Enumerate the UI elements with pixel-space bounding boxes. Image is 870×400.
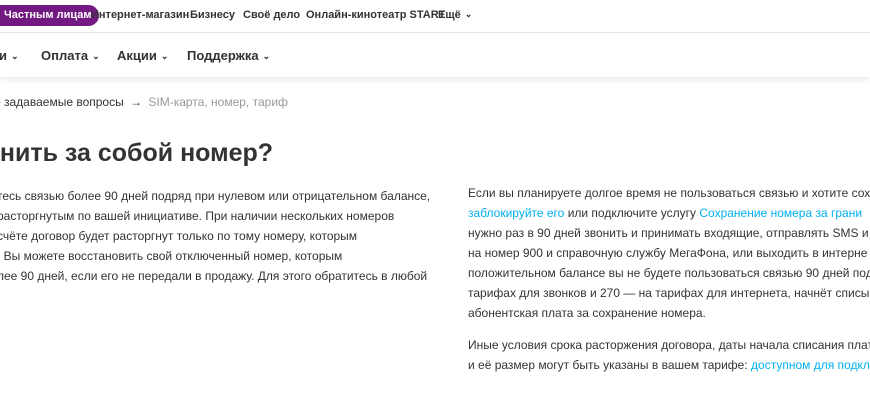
breadcrumb-faq-link[interactable]: о задаваемые вопросы [0, 95, 124, 109]
breadcrumb-current: SIM-карта, номер, тариф [148, 95, 288, 109]
main-nav-first-item[interactable]: и ⌄ [0, 48, 19, 63]
answer-left-column: тесь связью более 90 дней подряд при нул… [0, 186, 447, 286]
answer-text-line: нужно раз в 90 дней звонить и принимать … [468, 226, 869, 240]
main-nav-first-label: и [0, 48, 7, 63]
answer-right-column: Если вы планируете долгое время не польз… [468, 183, 870, 375]
breadcrumb-separator: → [130, 95, 143, 109]
page-title: анить за собой номер? [0, 139, 274, 167]
nav-online-store-link[interactable]: Интернет-магазин [91, 9, 189, 21]
nav-business-link[interactable]: Бизнесу [190, 9, 235, 21]
answer-text-line: Если вы планируете долгое время не польз… [468, 186, 870, 200]
nav-start-cinema-link[interactable]: Онлайн-кинотеатр START [306, 9, 445, 21]
answer-text-line: на номер 900 и справочную службу МегаФон… [468, 246, 868, 260]
answer-text-line: тарифах для звонков и 270 — на тарифах д… [468, 286, 870, 300]
answer-text-line: Иные условия срока расторжения договора,… [468, 338, 870, 352]
main-navigation: и ⌄ Оплата ⌄ Акции ⌄ Поддержка ⌄ [0, 33, 870, 77]
answer-text-line: счёте договор будет расторгнут только по… [0, 229, 358, 243]
block-number-link[interactable]: заблокируйте его [468, 206, 564, 220]
chevron-down-icon: ⌄ [92, 51, 100, 61]
chevron-down-icon: ⌄ [464, 9, 473, 19]
chevron-down-icon: ⌄ [160, 51, 169, 61]
answer-text-line: абонентская плата за сохранение номера. [468, 306, 706, 320]
answer-text-line: тесь связью более 90 дней подряд при нул… [0, 189, 431, 203]
answer-text-line: положительном балансе вы не будете польз… [468, 266, 870, 280]
inline-text: или подключите услугу [564, 206, 700, 220]
nav-private-clients-tab[interactable]: Частным лицам [0, 5, 100, 26]
answer-text-line: заблокируйте его или подключите услугу С… [468, 203, 870, 223]
main-nav-payment-label: Оплата [41, 48, 89, 63]
chevron-down-icon: ⌄ [11, 51, 19, 61]
main-nav-support[interactable]: Поддержка ⌄ [187, 48, 270, 63]
nav-own-business-link[interactable]: Своё дело [243, 9, 300, 21]
answer-text-line: лее 90 дней, если его не передали в прод… [0, 269, 428, 283]
main-nav-promotions-label: Акции [117, 48, 157, 63]
chevron-down-icon: ⌄ [262, 51, 271, 61]
breadcrumb: о задаваемые вопросы → SIM-карта, номер,… [0, 95, 288, 109]
top-navigation: Частным лицам Интернет-магазин Бизнесу С… [0, 0, 870, 33]
main-nav-support-label: Поддержка [187, 48, 259, 63]
answer-text-line: и её размер могут быть указаны в вашем т… [468, 355, 870, 375]
inline-text: и её размер могут быть указаны в вашем т… [468, 358, 752, 372]
number-keeping-service-link[interactable]: Сохранение номера за грани [699, 206, 862, 220]
nav-more-dropdown[interactable]: Ещё ⌄ [438, 9, 472, 21]
answer-text-line: . Вы можете восстановить свой отключенны… [0, 249, 343, 263]
available-tariffs-link[interactable]: доступном для подкл [751, 358, 870, 372]
answer-text-line: расторгнутым по вашей инициативе. При на… [0, 209, 395, 223]
nav-more-label: Ещё [438, 9, 461, 21]
main-nav-promotions[interactable]: Акции ⌄ [117, 48, 168, 63]
main-nav-payment[interactable]: Оплата ⌄ [41, 48, 100, 63]
